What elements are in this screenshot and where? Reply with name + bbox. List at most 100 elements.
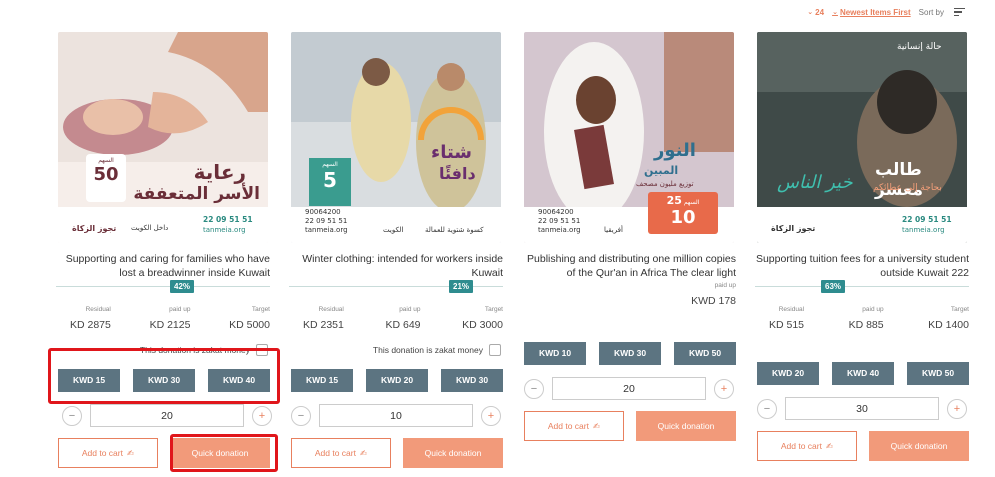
decrement-button[interactable]: − [291, 406, 311, 426]
image-title-line2: الأسر المتعففة [133, 184, 260, 204]
quick-donation-button[interactable]: Quick donation [636, 411, 736, 441]
image-title-line1: رعاية [193, 160, 246, 184]
page-size-select[interactable]: ⌄ 24 [807, 8, 824, 17]
decrement-button[interactable]: − [757, 399, 777, 419]
quick-donation-button[interactable]: Quick donation [869, 431, 969, 461]
image-price-label: السهم [683, 199, 700, 206]
amount-options: KWD 15 KWD 20 KWD 30 [291, 369, 503, 392]
stat-label: paid up [862, 306, 884, 313]
image-phone-2: 22 09 51 51 [538, 217, 581, 225]
amount-button[interactable]: KWD 30 [441, 369, 503, 392]
stats-row: Residual KD 2875 paid up KD 2125 Target KD … [70, 306, 270, 331]
decrement-button[interactable]: − [62, 406, 82, 426]
stat-label: paid up [399, 306, 421, 313]
image-title-line1: شتاء [431, 142, 473, 163]
increment-button[interactable]: + [714, 379, 734, 399]
image-zakat-text: تجوز الزكاة [771, 224, 816, 233]
image-watermark: خير الناس [777, 172, 853, 193]
image-website: tanmeia.org [305, 226, 348, 234]
image-subtitle: توزيع مليون مصحف [636, 180, 694, 188]
stat-value: KD 3000 [462, 319, 503, 331]
project-card: شتاء دافئًا السهم 5 90064200 22 09 51 51… [289, 32, 527, 472]
stat-residual: Residual KD 2351 [303, 306, 344, 331]
sort-lines-icon[interactable] [954, 8, 965, 16]
image-price-badge: السهم 5 [309, 158, 351, 206]
quick-donation-button[interactable]: Quick donation [403, 438, 503, 468]
stat-label: paid up [169, 306, 191, 313]
image-phone: 22 09 51 51 [203, 215, 253, 224]
stat-label: Residual [85, 306, 111, 313]
image-phone: 22 09 51 51 [902, 215, 952, 224]
zakat-label: This donation is zakat money [372, 345, 483, 355]
zakat-option[interactable]: This donation is zakat money [373, 344, 501, 356]
image-phone-1: 90064200 [538, 208, 574, 216]
sort-order-select[interactable]: ⌄ Newest Items First [832, 8, 911, 17]
project-image[interactable]: النور المبين توزيع مليون مصحف السهم 25 1… [524, 32, 734, 243]
quantity-stepper: − 30 + [757, 397, 971, 421]
stat-residual: Residual KD 2875 [70, 306, 111, 331]
add-to-cart-label: Add to cart [547, 421, 589, 431]
project-card: حالة إنسانية طالب معسر بحاجة إلى عطائكم … [755, 32, 993, 472]
quantity-stepper: − 20 + [524, 377, 738, 401]
image-price-badge: السهم 50 [86, 154, 126, 202]
stat-paid-up: paid up KD 2125 [150, 306, 191, 331]
amount-button[interactable]: KWD 50 [674, 342, 736, 365]
project-image[interactable]: حالة إنسانية طالب معسر بحاجة إلى عطائكم … [757, 32, 967, 243]
image-website: tanmeia.org [203, 226, 246, 234]
zakat-checkbox[interactable] [489, 344, 501, 356]
quantity-stepper: − 10 + [291, 404, 505, 428]
quantity-input[interactable]: 20 [552, 377, 706, 400]
amount-button[interactable]: KWD 30 [599, 342, 661, 365]
stat-target: Target KD 5000 [229, 306, 270, 331]
quantity-input[interactable]: 20 [90, 404, 244, 427]
image-website: tanmeia.org [538, 226, 581, 234]
quantity-input[interactable]: 30 [785, 397, 939, 420]
stat-value: KWD 178 [691, 295, 736, 307]
add-to-cart-button[interactable]: Add to cart ✍ [58, 438, 158, 468]
amount-highlight-box [48, 348, 280, 404]
image-subtitle: كسوة شتوية للعمالة [425, 226, 484, 234]
progress-badge: 42% [170, 280, 195, 293]
hand-icon: ✍ [126, 447, 135, 458]
project-title[interactable]: Supporting and caring for families who h… [56, 252, 270, 280]
stat-value: KD 515 [769, 319, 805, 331]
add-to-cart-button[interactable]: Add to cart ✍ [291, 438, 391, 468]
project-title[interactable]: Publishing and distributing one million … [522, 252, 736, 280]
amount-button[interactable]: KWD 20 [366, 369, 428, 392]
project-image[interactable]: رعاية الأسر المتعففة السهم 50 22 09 51 5… [58, 32, 268, 243]
amount-button[interactable]: KWD 10 [524, 342, 586, 365]
amount-button[interactable]: KWD 15 [291, 369, 353, 392]
stat-label: Target [484, 306, 503, 313]
amount-button[interactable]: KWD 20 [757, 362, 819, 385]
increment-button[interactable]: + [252, 406, 272, 426]
stat-target: Target KD 3000 [462, 306, 503, 331]
card-actions: Add to cart ✍ Quick donation [757, 431, 969, 461]
amount-button[interactable]: KWD 40 [832, 362, 894, 385]
project-image[interactable]: شتاء دافئًا السهم 5 90064200 22 09 51 51… [291, 32, 501, 243]
project-title[interactable]: Supporting tuition fees for a university… [755, 252, 969, 280]
stat-target: Target KD 1400 [928, 306, 969, 331]
amount-button[interactable]: KWD 50 [907, 362, 969, 385]
add-to-cart-button[interactable]: Add to cart ✍ [757, 431, 857, 461]
stats-row: paid up KWD 178 [536, 282, 736, 307]
image-phone-2: 22 09 51 51 [305, 217, 348, 225]
quantity-input[interactable]: 10 [319, 404, 473, 427]
image-zakat-text: تجوز الزكاة [72, 224, 117, 233]
progress-bar [755, 286, 969, 287]
progress-badge: 63% [821, 280, 846, 293]
quick-donation-highlight-box [170, 434, 278, 472]
add-to-cart-button[interactable]: Add to cart ✍ [524, 411, 624, 441]
stat-label: Residual [778, 306, 805, 313]
increment-button[interactable]: + [481, 406, 501, 426]
project-title[interactable]: Winter clothing: intended for workers in… [289, 252, 503, 280]
image-title-line2: دافئًا [439, 164, 476, 183]
progress-bar [56, 286, 270, 287]
image-website: tanmeia.org [902, 226, 945, 234]
image-price-value-2: 10 [670, 207, 696, 228]
decrement-button[interactable]: − [524, 379, 544, 399]
image-tag: حالة إنسانية [897, 42, 942, 52]
increment-button[interactable]: + [947, 399, 967, 419]
card-actions: Add to cart ✍ Quick donation [524, 411, 736, 441]
add-to-cart-label: Add to cart [780, 441, 822, 451]
stats-row: Residual KD 515 paid up KD 885 Target KD 14… [769, 306, 969, 331]
